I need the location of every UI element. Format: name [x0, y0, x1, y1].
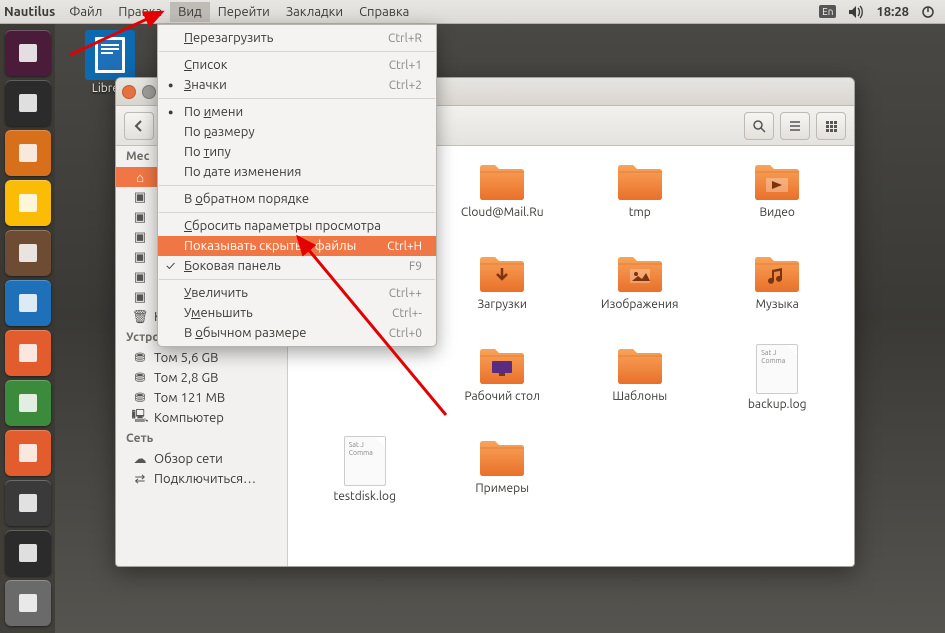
- folder-icon: ▣: [132, 269, 148, 285]
- menu-item-3[interactable]: ●ЗначкиCtrl+2: [158, 75, 436, 95]
- menu-item-12[interactable]: Сбросить параметры просмотра: [158, 216, 436, 236]
- search-button[interactable]: [744, 112, 774, 140]
- launcher-tile-10[interactable]: [5, 530, 51, 576]
- launcher-tile-6[interactable]: [5, 330, 51, 376]
- menu-item-7[interactable]: По типу: [158, 142, 436, 162]
- computer-icon: 🖳: [132, 410, 148, 426]
- launcher-tile-0[interactable]: [5, 30, 51, 76]
- folder-icon: [477, 436, 527, 478]
- menu-go[interactable]: Перейти: [210, 2, 278, 22]
- folder-icon: [615, 344, 665, 386]
- back-button[interactable]: [124, 112, 154, 140]
- menu-bookmarks[interactable]: Закладки: [278, 2, 351, 22]
- folder-icon: [477, 344, 527, 386]
- language-indicator[interactable]: En: [813, 5, 842, 18]
- folder-icon: ▣: [132, 249, 148, 265]
- sidebar-item[interactable]: ☁Обзор сети: [116, 449, 287, 469]
- file-icon: Sat JComma: [756, 344, 798, 394]
- menu-item-10[interactable]: В обратном порядке: [158, 189, 436, 209]
- menu-item-0[interactable]: ПерезагрузитьCtrl+R: [158, 28, 436, 48]
- top-panel: Nautilus Файл Правка Вид Перейти Закладк…: [0, 0, 945, 24]
- folder-item[interactable]: Шаблоны: [573, 344, 707, 430]
- menu-item-17[interactable]: УменьшитьCtrl+-: [158, 303, 436, 323]
- sidebar-section: Сеть: [116, 428, 287, 449]
- folder-item[interactable]: Музыка: [711, 252, 845, 338]
- menu-item-5[interactable]: ●По имени: [158, 102, 436, 122]
- disk-icon: ⛃: [132, 370, 148, 386]
- sidebar-item[interactable]: ⇄Подключиться…: [116, 469, 287, 489]
- view-grid-button[interactable]: [816, 112, 846, 140]
- sidebar-item[interactable]: ⛃Том 121 MB: [116, 388, 287, 408]
- power-icon[interactable]: [915, 5, 941, 19]
- file-item[interactable]: Sat JCommabackup.log: [711, 344, 845, 430]
- file-item[interactable]: Sat JCommatestdisk.log: [298, 436, 432, 522]
- menu-item-18[interactable]: В обычном размереCtrl+0: [158, 323, 436, 343]
- launcher-tile-9[interactable]: [5, 480, 51, 526]
- launcher-tile-7[interactable]: [5, 380, 51, 426]
- sidebar-item[interactable]: 🖳Компьютер: [116, 408, 287, 428]
- folder-item[interactable]: Cloud@Mail.Ru: [436, 160, 570, 246]
- launcher-tile-2[interactable]: [5, 130, 51, 176]
- folder-icon: [615, 160, 665, 202]
- folder-icon: [752, 252, 802, 294]
- sidebar-item[interactable]: ⛃Том 5,6 GB: [116, 348, 287, 368]
- folder-icon: ▣: [132, 209, 148, 225]
- volume-icon[interactable]: [842, 5, 870, 19]
- clock[interactable]: 18:28: [870, 5, 915, 19]
- unity-launcher: [0, 24, 55, 633]
- disk-icon: ⛃: [132, 350, 148, 366]
- folder-icon: ▣: [132, 289, 148, 305]
- net-icon: ☁: [132, 451, 148, 467]
- close-button[interactable]: [122, 85, 136, 99]
- sidebar-item[interactable]: ⛃Том 2,8 GB: [116, 368, 287, 388]
- menu-item-14[interactable]: ✓Боковая панельF9: [158, 256, 436, 276]
- menu-item-16[interactable]: УвеличитьCtrl++: [158, 283, 436, 303]
- folder-item[interactable]: Видео: [711, 160, 845, 246]
- menu-item-8[interactable]: По дате изменения: [158, 162, 436, 182]
- minimize-button[interactable]: [142, 85, 156, 99]
- launcher-tile-3[interactable]: [5, 180, 51, 226]
- launcher-tile-1[interactable]: [5, 80, 51, 126]
- launcher-tile-5[interactable]: [5, 280, 51, 326]
- view-menu-dropdown: ПерезагрузитьCtrl+R СписокCtrl+1●ЗначкиCt…: [157, 24, 437, 347]
- menu-view[interactable]: Вид: [170, 2, 210, 22]
- folder-item[interactable]: Примеры: [436, 436, 570, 522]
- folder-icon: [477, 252, 527, 294]
- folder-item[interactable]: tmp: [573, 160, 707, 246]
- app-name: Nautilus: [4, 5, 55, 19]
- home-icon: ⌂: [132, 169, 148, 185]
- menu-help[interactable]: Справка: [351, 2, 417, 22]
- file-icon: Sat JComma: [344, 436, 386, 486]
- folder-icon: ▣: [132, 189, 148, 205]
- folder-item[interactable]: Изображения: [573, 252, 707, 338]
- launcher-tile-11[interactable]: [5, 580, 51, 626]
- folder-icon: [615, 252, 665, 294]
- folder-icon: ▣: [132, 229, 148, 245]
- launcher-tile-8[interactable]: [5, 430, 51, 476]
- folder-icon: [477, 160, 527, 202]
- trash-icon: 🗑: [132, 309, 148, 325]
- folder-item[interactable]: Рабочий стол: [436, 344, 570, 430]
- connect-icon: ⇄: [132, 471, 148, 487]
- menu-file[interactable]: Файл: [61, 2, 110, 22]
- menu-item-6[interactable]: По размеру: [158, 122, 436, 142]
- menu-item-13[interactable]: Показывать скрытые файлыCtrl+H: [158, 236, 436, 256]
- menu-item-2[interactable]: СписокCtrl+1: [158, 55, 436, 75]
- launcher-tile-4[interactable]: [5, 230, 51, 276]
- view-list-button[interactable]: [780, 112, 810, 140]
- menu-edit[interactable]: Правка: [110, 2, 170, 22]
- folder-item[interactable]: Загрузки: [436, 252, 570, 338]
- disk-icon: ⛃: [132, 390, 148, 406]
- folder-icon: [752, 160, 802, 202]
